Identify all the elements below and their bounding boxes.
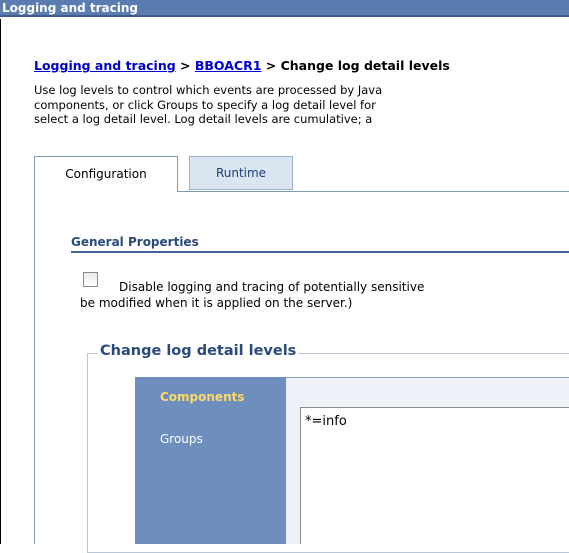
breadcrumb-separator: > [175, 58, 195, 73]
tab-panel-border [34, 191, 35, 544]
fieldset-legend: Change log detail levels [98, 343, 299, 359]
frame-left-border [0, 19, 1, 544]
checkbox-label-continued: be modified when it is applied on the se… [80, 296, 353, 310]
tab-runtime[interactable]: Runtime [189, 156, 293, 190]
window-title: Logging and tracing [0, 0, 569, 17]
log-spec-textarea[interactable]: *=info [300, 407, 569, 544]
checkbox-label: Disable logging and tracing of potential… [119, 280, 425, 294]
nav-item-groups[interactable]: Groups [160, 432, 203, 446]
page-description: Use log levels to control which events a… [34, 83, 569, 127]
breadcrumb-separator: > [261, 58, 281, 73]
description-line: components, or click Groups to specify a… [34, 97, 376, 112]
tab-configuration[interactable]: Configuration [34, 156, 178, 192]
nav-item-components[interactable]: Components [160, 390, 245, 404]
general-properties-title: General Properties [71, 235, 199, 249]
breadcrumb-link-server[interactable]: BBOACR1 [195, 58, 262, 73]
description-line: select a log detail level. Log detail le… [34, 112, 373, 126]
description-line: Use log levels to control which events a… [34, 83, 383, 97]
section-divider [71, 251, 569, 253]
disable-sensitive-logging-checkbox[interactable] [83, 272, 98, 287]
breadcrumb: Logging and tracing > BBOACR1 > Change l… [34, 58, 450, 73]
tab-strip-divider [178, 191, 569, 192]
breadcrumb-link-logging[interactable]: Logging and tracing [34, 58, 176, 73]
breadcrumb-current: Change log detail levels [280, 58, 450, 73]
